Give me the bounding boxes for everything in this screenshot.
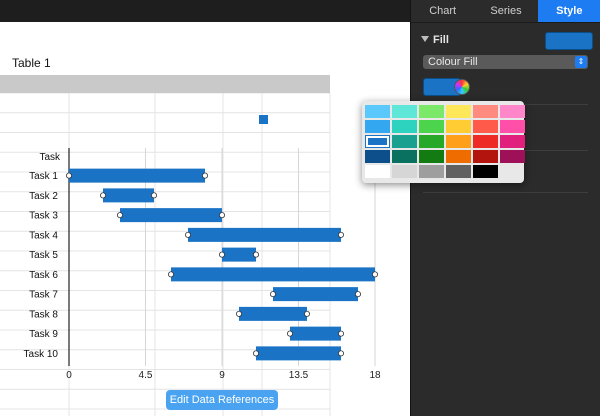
format-inspector: Chart Series Style Fill Colour Fill ⇕ xyxy=(410,0,600,416)
category-tick-label: Task 3 xyxy=(29,211,58,222)
gantt-bar[interactable] xyxy=(103,188,154,203)
tab-style[interactable]: Style xyxy=(537,0,600,22)
category-tick-label: Task 9 xyxy=(29,329,58,340)
bar-start-handle[interactable] xyxy=(218,251,225,258)
tab-chart[interactable]: Chart xyxy=(411,0,474,22)
palette-swatch[interactable] xyxy=(419,105,444,118)
disclosure-triangle-icon[interactable] xyxy=(421,36,429,42)
fill-type-select[interactable]: Colour Fill ⇕ xyxy=(423,55,588,69)
tab-series[interactable]: Series xyxy=(474,0,537,22)
palette-swatch[interactable] xyxy=(473,120,498,133)
palette-swatch[interactable] xyxy=(500,135,525,148)
palette-swatch[interactable] xyxy=(392,150,417,163)
colour-wheel-icon[interactable] xyxy=(454,79,470,95)
x-tick-label: 18 xyxy=(369,370,381,381)
gantt-bar[interactable] xyxy=(290,326,341,341)
bar-start-handle[interactable] xyxy=(167,271,174,278)
category-tick-label: Task 7 xyxy=(29,290,58,301)
palette-swatch[interactable] xyxy=(473,165,498,178)
palette-swatch[interactable] xyxy=(419,120,444,133)
bar-start-handle[interactable] xyxy=(252,350,259,357)
x-tick-label: 13.5 xyxy=(289,370,309,381)
palette-swatch[interactable] xyxy=(419,165,444,178)
category-tick-label: Task 2 xyxy=(29,191,58,202)
palette-swatch[interactable] xyxy=(446,120,471,133)
palette-swatch[interactable] xyxy=(446,135,471,148)
palette-swatch[interactable] xyxy=(500,150,525,163)
bar-start-handle[interactable] xyxy=(184,231,191,238)
bar-end-handle[interactable] xyxy=(354,291,361,298)
fill-section-label: Fill xyxy=(433,34,449,46)
gantt-bar[interactable] xyxy=(239,306,307,321)
gantt-bar[interactable] xyxy=(120,208,222,223)
palette-swatch[interactable] xyxy=(446,105,471,118)
edit-data-references-button[interactable]: Edit Data References xyxy=(166,390,278,410)
category-tick-label: Task 10 xyxy=(24,349,59,360)
fill-type-value: Colour Fill xyxy=(428,56,478,68)
bar-end-handle[interactable] xyxy=(252,251,259,258)
colour-palette-popover xyxy=(362,101,525,183)
divider xyxy=(423,192,588,193)
palette-swatch[interactable] xyxy=(365,135,390,148)
palette-swatch[interactable] xyxy=(446,150,471,163)
category-header-label: Task xyxy=(39,152,61,163)
fill-color-well[interactable] xyxy=(545,32,593,50)
gantt-bar[interactable] xyxy=(256,346,341,361)
bar-end-handle[interactable] xyxy=(218,212,225,219)
bar-end-handle[interactable] xyxy=(201,172,208,179)
gantt-bar[interactable] xyxy=(222,247,256,262)
bar-end-handle[interactable] xyxy=(150,192,157,199)
palette-swatch[interactable] xyxy=(392,120,417,133)
category-tick-label: Task 8 xyxy=(29,309,58,320)
palette-swatch[interactable] xyxy=(473,105,498,118)
category-tick-label: Task 5 xyxy=(29,250,58,261)
bar-end-handle[interactable] xyxy=(371,271,378,278)
bar-end-handle[interactable] xyxy=(337,231,344,238)
category-tick-label: Task 1 xyxy=(29,171,58,182)
spreadsheet-canvas: Table 1 Task Task 1 Task 2 Task 3 Task 4 Task… xyxy=(0,0,410,416)
bar-start-handle[interactable] xyxy=(269,291,276,298)
category-tick-label: Task 6 xyxy=(29,270,58,281)
palette-swatch[interactable] xyxy=(365,105,390,118)
palette-swatch[interactable] xyxy=(365,120,390,133)
bar-start-handle[interactable] xyxy=(235,310,242,317)
bar-start-handle[interactable] xyxy=(66,172,73,179)
gantt-bar[interactable] xyxy=(171,267,375,282)
gantt-chart[interactable]: Task Task 1 Task 2 Task 3 Task 4 Task 5 Task 6… xyxy=(0,0,410,416)
palette-swatch[interactable] xyxy=(446,165,471,178)
bar-start-handle[interactable] xyxy=(117,212,124,219)
bar-end-handle[interactable] xyxy=(337,350,344,357)
bar-end-handle[interactable] xyxy=(337,330,344,337)
palette-swatch[interactable] xyxy=(500,120,525,133)
bar-start-handle[interactable] xyxy=(100,192,107,199)
legend-marker[interactable] xyxy=(259,115,268,124)
bar-start-handle[interactable] xyxy=(286,330,293,337)
bar-end-handle[interactable] xyxy=(303,310,310,317)
palette-swatch[interactable] xyxy=(473,150,498,163)
gantt-bar[interactable] xyxy=(69,168,205,183)
category-tick-label: Task 4 xyxy=(29,230,58,241)
palette-swatch[interactable] xyxy=(473,135,498,148)
gantt-bar[interactable] xyxy=(273,287,358,302)
palette-swatch[interactable] xyxy=(419,135,444,148)
palette-swatch[interactable] xyxy=(392,135,417,148)
palette-swatch[interactable] xyxy=(365,165,390,178)
x-tick-label: 9 xyxy=(219,370,225,381)
palette-swatch[interactable] xyxy=(392,165,417,178)
inspector-tabs: Chart Series Style xyxy=(411,0,600,23)
palette-swatch[interactable] xyxy=(500,105,525,118)
gantt-bar[interactable] xyxy=(188,227,341,242)
select-arrows-icon: ⇕ xyxy=(575,56,587,68)
palette-swatch[interactable] xyxy=(392,105,417,118)
x-tick-label: 4.5 xyxy=(139,370,153,381)
x-tick-label: 0 xyxy=(66,370,72,381)
palette-swatch[interactable] xyxy=(365,150,390,163)
palette-swatch[interactable] xyxy=(419,150,444,163)
